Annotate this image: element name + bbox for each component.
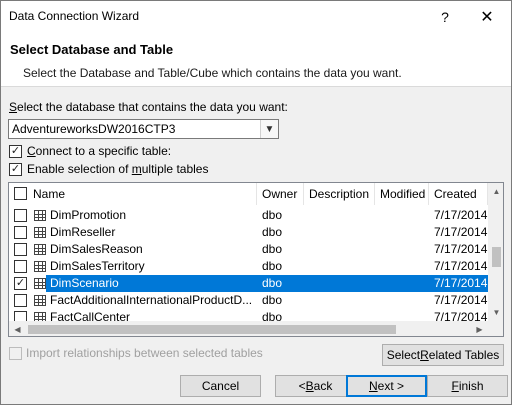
row-name: DimPromotion	[50, 208, 127, 222]
scroll-down-icon[interactable]: ▼	[488, 304, 503, 321]
row-created: 7/17/2014	[434, 208, 488, 222]
chevron-down-icon[interactable]: ▼	[260, 120, 278, 138]
row-created: 7/17/2014	[434, 242, 488, 256]
table-row[interactable]: DimSalesReason dbo 7/17/2014	[9, 241, 488, 258]
horizontal-scroll-thumb[interactable]	[28, 325, 396, 334]
row-checkbox[interactable]	[14, 260, 27, 273]
page-title: Select Database and Table	[10, 42, 174, 57]
row-name: DimReseller	[50, 225, 116, 239]
connect-specific-table-label: Connect to a specific table:	[27, 144, 172, 158]
table-row[interactable]: ✓ DimScenario dbo 7/17/2014	[9, 275, 488, 292]
row-owner: dbo	[262, 293, 283, 307]
finish-button[interactable]: Finish	[427, 375, 508, 397]
row-name: DimSalesReason	[50, 242, 143, 256]
import-relationships-label: Import relationships between selected ta…	[26, 346, 263, 360]
column-header-description[interactable]: Description	[304, 183, 375, 205]
select-related-tables-button[interactable]: Select Related Tables	[382, 344, 504, 366]
table-grid-icon	[34, 244, 46, 255]
row-checkbox[interactable]	[14, 209, 27, 222]
row-name: DimScenario	[50, 276, 119, 290]
window-title: Data Connection Wizard	[9, 9, 140, 23]
wizard-header: Select Database and Table Select the Dat…	[1, 33, 511, 87]
scroll-right-icon[interactable]: ▶	[471, 321, 488, 336]
scroll-corner	[488, 321, 503, 336]
scroll-left-icon[interactable]: ◀	[9, 321, 26, 336]
checkmark-icon: ✓	[10, 163, 21, 175]
row-owner: dbo	[262, 242, 283, 256]
row-checkbox[interactable]: ✓	[14, 277, 27, 290]
next-button[interactable]: Next >	[346, 375, 427, 397]
database-dropdown-value: AdventureworksDW2016CTP3	[12, 122, 176, 136]
checkmark-icon: ✓	[10, 145, 21, 157]
enable-multiple-tables-label: Enable selection of multiple tables	[27, 162, 209, 176]
row-checkbox[interactable]	[14, 243, 27, 256]
database-dropdown[interactable]: AdventureworksDW2016CTP3 ▼	[8, 119, 279, 139]
table-grid-icon	[34, 210, 46, 221]
back-button[interactable]: < Back	[275, 375, 356, 397]
row-checkbox[interactable]	[14, 226, 27, 239]
database-label: Select the database that contains the da…	[9, 100, 288, 114]
row-checkbox[interactable]	[14, 294, 27, 307]
column-header-owner[interactable]: Owner	[257, 183, 304, 205]
import-relationships-checkbox[interactable]	[9, 347, 22, 360]
cancel-button[interactable]: Cancel	[180, 375, 261, 397]
connect-specific-table-checkbox[interactable]: ✓	[9, 145, 22, 158]
row-name: DimSalesTerritory	[50, 259, 145, 273]
page-subtitle: Select the Database and Table/Cube which…	[23, 66, 402, 80]
table-row[interactable]: DimReseller dbo 7/17/2014	[9, 224, 488, 241]
scroll-up-icon[interactable]: ▲	[488, 183, 503, 200]
row-created: 7/17/2014	[434, 225, 488, 239]
table-row[interactable]: FactAdditionalInternationalProductD... db…	[9, 292, 488, 309]
enable-multiple-tables-checkbox[interactable]: ✓	[9, 163, 22, 176]
row-owner: dbo	[262, 259, 283, 273]
table-row[interactable]: DimPromotion dbo 7/17/2014	[9, 207, 488, 224]
close-button[interactable]: ✕	[467, 1, 507, 33]
title-bar: Data Connection Wizard ? ✕	[1, 1, 511, 33]
select-all-checkbox[interactable]	[14, 187, 27, 200]
vertical-scrollbar[interactable]: ▲ ▼	[488, 183, 503, 321]
table-grid-icon	[34, 227, 46, 238]
row-created: 7/17/2014	[434, 276, 488, 290]
checkmark-icon: ✓	[15, 277, 26, 289]
row-owner: dbo	[262, 225, 283, 239]
row-name: FactAdditionalInternationalProductD...	[50, 293, 253, 307]
table-grid-icon	[34, 278, 46, 289]
tables-list[interactable]: Name Owner Description Modified Created …	[8, 182, 504, 337]
row-owner: dbo	[262, 276, 283, 290]
table-row[interactable]: DimSalesTerritory dbo 7/17/2014	[9, 258, 488, 275]
column-header-name[interactable]: Name	[9, 183, 257, 205]
column-header-created[interactable]: Created	[429, 183, 488, 205]
data-connection-wizard-dialog: Data Connection Wizard ? ✕ Select Databa…	[0, 0, 512, 405]
row-created: 7/17/2014	[434, 293, 488, 307]
row-owner: dbo	[262, 208, 283, 222]
row-created: 7/17/2014	[434, 259, 488, 273]
table-grid-icon	[34, 295, 46, 306]
vertical-scroll-thumb[interactable]	[492, 247, 501, 267]
horizontal-scrollbar[interactable]: ◀ ▶	[9, 321, 488, 336]
table-grid-icon	[34, 261, 46, 272]
help-button[interactable]: ?	[425, 1, 465, 33]
column-header-modified[interactable]: Modified	[375, 183, 429, 205]
